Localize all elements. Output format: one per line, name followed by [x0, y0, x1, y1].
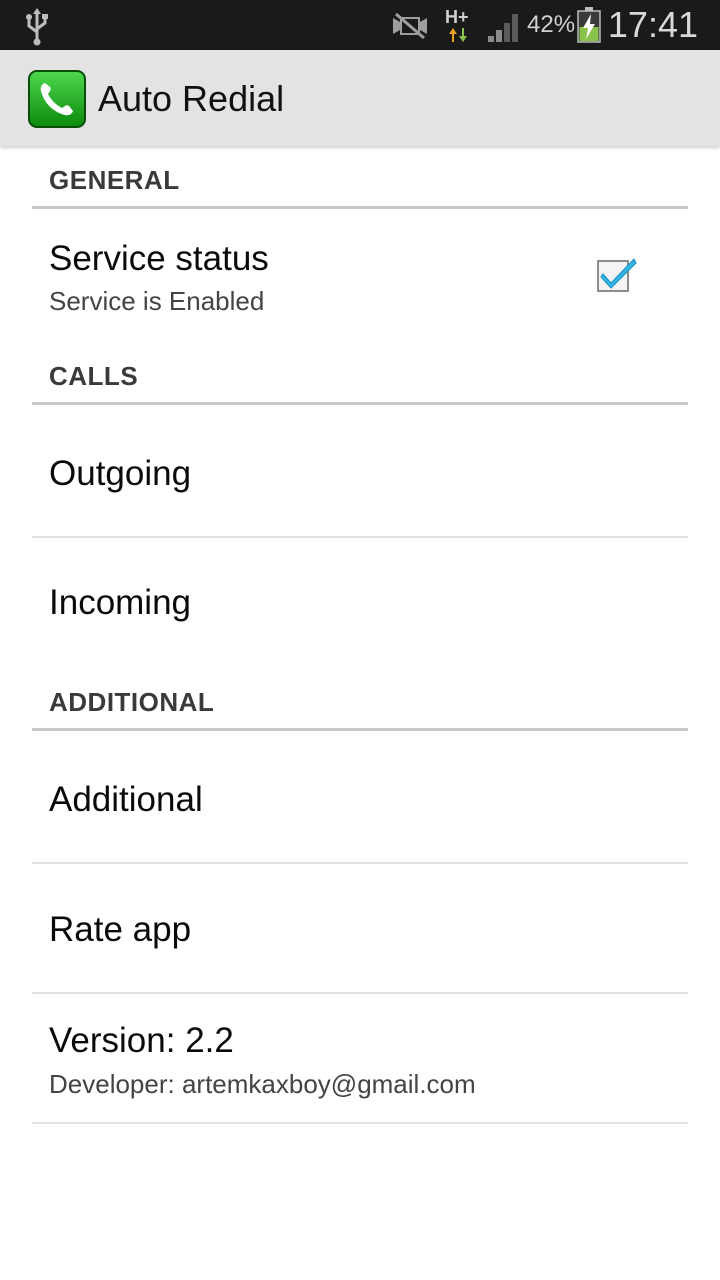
signal-icon: [486, 10, 522, 49]
clock: 17:41: [607, 4, 698, 45]
phone-app-icon[interactable]: [28, 70, 86, 133]
action-bar: Auto Redial: [0, 50, 720, 146]
pref-outgoing[interactable]: Outgoing: [0, 405, 720, 536]
service-status-checkbox[interactable]: [596, 256, 638, 299]
usb-icon: [22, 6, 52, 51]
list-divider: [32, 1122, 688, 1124]
pref-rate-app[interactable]: Rate app: [0, 864, 720, 992]
pref-incoming[interactable]: Incoming: [0, 538, 720, 668]
pref-summary: Developer: artemkaxboy@gmail.com: [49, 1069, 476, 1099]
network-hplus-icon: H+: [444, 6, 476, 51]
network-label: H+: [445, 7, 469, 27]
pref-title: Incoming: [49, 583, 192, 622]
pref-title: Rate app: [49, 910, 192, 949]
pref-version[interactable]: Version: 2.2 Developer: artemkaxboy@gmai…: [0, 994, 720, 1122]
category-calls: CALLS: [49, 361, 139, 391]
pref-title: Service status: [49, 239, 269, 278]
pref-title: Additional: [49, 780, 203, 819]
battery-percent: 42%: [527, 11, 576, 38]
app-title: Auto Redial: [98, 78, 285, 119]
pref-title: Version: 2.2: [49, 1021, 234, 1060]
pref-additional[interactable]: Additional: [0, 731, 720, 862]
battery-charging-icon: [577, 7, 601, 48]
no-sound-icon: [390, 12, 430, 45]
pref-title: Outgoing: [49, 454, 192, 493]
category-general: GENERAL: [49, 165, 180, 195]
pref-summary: Service is Enabled: [49, 286, 265, 316]
status-bar: H+ 42% 17:41: [0, 0, 720, 50]
category-additional: ADDITIONAL: [49, 687, 215, 717]
